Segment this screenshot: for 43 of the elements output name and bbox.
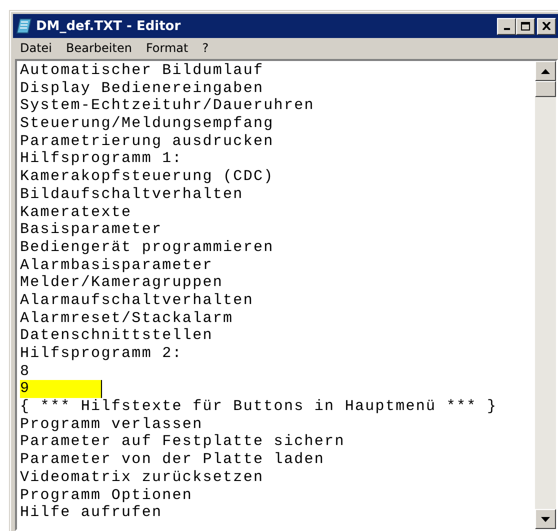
text-line: Steuerung/Meldungsempfang	[20, 115, 274, 133]
text-line: Hilfsprogramm 1:	[20, 150, 182, 168]
text-line: Bediengerät programmieren	[20, 238, 274, 257]
minimize-button[interactable]	[497, 18, 516, 34]
text-line: Hilfsprogramm 2:	[20, 345, 182, 363]
text-line: 8	[20, 362, 30, 380]
text-line: Hilfe aufrufen	[20, 504, 162, 522]
text-line: System-Echtzeituhr/Daueruhren	[20, 97, 314, 116]
notepad-icon	[15, 17, 33, 35]
text-line: Parametrierung ausdrucken	[20, 132, 274, 150]
text-line: Alarmreset/Stackalarm	[20, 310, 234, 328]
close-button[interactable]	[537, 18, 556, 34]
close-icon	[542, 22, 551, 30]
text-line: Melder/Kameragruppen	[20, 274, 224, 292]
scrollbar[interactable]	[535, 61, 556, 529]
text-line: Kamerakopfsteuerung (CDC)	[20, 168, 274, 186]
text-line: Parameter auf Festplatte sichern	[20, 433, 345, 452]
scroll-thumb[interactable]	[535, 81, 556, 97]
text-line: Alarmaufschaltverhalten	[20, 292, 254, 310]
menu-item[interactable]: Format	[140, 40, 194, 54]
up-arrow-icon	[541, 68, 550, 74]
maximize-button[interactable]	[516, 18, 535, 34]
window-title: DM_def.TXT - Editor	[36, 18, 182, 34]
text-line: Programm verlassen	[20, 416, 203, 434]
text-line: { *** Hilfstexte für Buttons in Hauptmenü *** }	[20, 398, 498, 416]
text-line: Alarmbasisparameter	[20, 256, 213, 274]
minimize-icon	[504, 28, 510, 30]
text-line: Datenschnittstellen	[20, 327, 213, 346]
text-line: Programm Optionen	[20, 486, 193, 504]
text-line: Automatischer Bildumlauf	[20, 62, 264, 80]
text-line: Parameter von der Platte laden	[20, 451, 325, 469]
scroll-up-button[interactable]	[535, 61, 556, 81]
text-line: Display Bedienereingaben	[20, 80, 264, 98]
down-arrow-icon	[541, 516, 550, 522]
menu-item[interactable]: ?	[197, 40, 214, 54]
menu-item[interactable]: Bearbeiten	[61, 40, 137, 54]
scroll-down-button[interactable]	[535, 509, 556, 529]
text-line: Basisparameter	[20, 221, 162, 239]
menu-item[interactable]: Datei	[15, 40, 58, 54]
text-line: Videomatrix zurücksetzen	[20, 468, 264, 487]
text-line: Kameratexte	[20, 204, 132, 222]
maximize-icon	[520, 22, 530, 30]
text-line: Bildaufschaltverhalten	[20, 186, 244, 204]
